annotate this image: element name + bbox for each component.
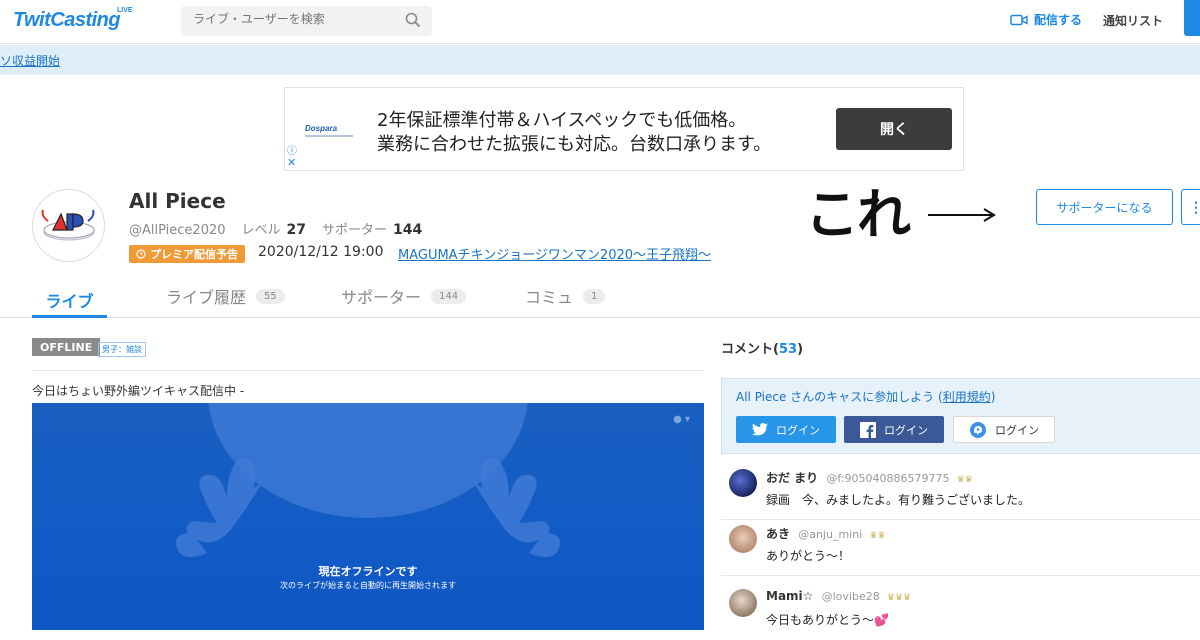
level-label: レベル [241, 223, 281, 238]
video-camera-icon [1010, 14, 1028, 25]
channel-avatar[interactable] [32, 189, 105, 262]
tab-supporters-label: サポーター [341, 288, 422, 307]
offline-badge: OFFLINE [32, 338, 101, 356]
commenter-info: おだ まり @f:905040886579775 ♛♛ [766, 469, 973, 486]
stream-description: 今日はちょい野外編ツイキャス配信中 - [32, 384, 245, 398]
annotation-arrow-icon [928, 208, 996, 222]
account-button[interactable] [1184, 0, 1200, 36]
channel-meta: @AllPiece2020 レベル 27 サポーター 144 [129, 219, 422, 238]
supporter-label: サポーター [322, 223, 388, 238]
commenter-name[interactable]: あき [766, 527, 790, 541]
facebook-icon [860, 421, 876, 438]
profile-tabs: ライブ ライブ履歴 55 サポーター 144 コミュ 1 [0, 276, 1200, 318]
monetize-link[interactable]: ソ収益開始 [0, 52, 60, 69]
commenter-id: @lovibe28 [821, 590, 880, 603]
level-value: 27 [286, 222, 307, 238]
tab-live-label: ライブ [45, 291, 94, 311]
twitcasting-logo[interactable]: TwitCasting [13, 9, 121, 32]
tab-live-history-count: 55 [256, 288, 285, 304]
channel-handle: @AllPiece2020 [129, 223, 226, 238]
twitter-bird-icon [752, 423, 768, 436]
divider [32, 370, 704, 371]
tab-live-history-label: ライブ履歴 [166, 288, 247, 307]
commenter-id: @f:905040886579775 [826, 472, 950, 485]
search-box[interactable] [181, 6, 432, 36]
tab-community-label: コミュ [525, 288, 574, 307]
ad-close-icon[interactable]: ✕ [287, 156, 296, 169]
viewer-user-icon[interactable]: ● ▾ [673, 414, 690, 425]
supporter-crown-icon: ♛♛ [956, 475, 973, 485]
offline-mascot-illustration [176, 403, 560, 557]
facebook-login-button[interactable]: ログイン [844, 416, 944, 443]
comment-text: 録画 今、みましたよ。有り難うございました。 [766, 493, 1031, 507]
ad-logo: Dospara [305, 124, 338, 133]
premiere-badge-label: プレミア配信予告 [150, 248, 238, 261]
comment-text: 今日もありがとう〜💕 [766, 613, 889, 627]
comments-header-label: コメント [721, 342, 774, 357]
commenter-info: あき @anju_mini ♛♛ [766, 525, 886, 542]
commenter-id: @anju_mini [798, 528, 863, 541]
commenter-avatar[interactable] [729, 589, 757, 617]
ad-banner[interactable]: Dospara 2年保証標準付帯＆ハイスペックでも低価格。 業務に合わせた拡張に… [284, 87, 964, 171]
ad-info-icon[interactable]: ⓘ [287, 142, 297, 157]
supporter-crown-icon: ♛♛♛ [886, 593, 912, 603]
tab-supporters[interactable]: サポーター 144 [341, 284, 467, 308]
commenter-info: Mami☆ @lovibe28 ♛♛♛ [766, 589, 911, 603]
commenter-avatar[interactable] [729, 469, 757, 497]
ad-text-line2: 業務に合わせた拡張にも対応。台数口承ります。 [377, 134, 772, 155]
search-input[interactable] [193, 12, 393, 26]
twitter-login-label: ログイン [776, 423, 820, 437]
comment-item: おだ まり @f:905040886579775 ♛♛ 録画 今、みましたよ。有… [721, 464, 1200, 520]
facebook-login-label: ログイン [884, 423, 928, 437]
become-supporter-button[interactable]: サポーターになる [1036, 189, 1173, 225]
logo-live-label: LIVE [117, 7, 133, 14]
comment-count: 53 [778, 342, 798, 357]
twitcasting-icon [970, 421, 986, 438]
tab-supporters-count: 144 [431, 288, 467, 304]
premiere-badge: プレミア配信予告 [129, 245, 245, 263]
channel-name: All Piece [129, 189, 226, 213]
comments-header: コメント(53) [721, 342, 804, 357]
offline-message-title: 現在オフラインです [318, 565, 418, 578]
clock-icon [136, 249, 146, 259]
ad-logo-underline [305, 135, 353, 137]
terms-link[interactable]: 利用規約 [943, 390, 991, 404]
category-tag[interactable]: 男子：雑談 [98, 342, 146, 357]
supporter-count: 144 [393, 222, 423, 238]
tab-live-history[interactable]: ライブ履歴 55 [166, 284, 285, 308]
info-banner: ソ収益開始 [0, 45, 1200, 75]
video-player[interactable]: ● ▾ 現在オフラインです 次のライブが始まると自動的に再生開始されます [32, 403, 704, 630]
twitter-login-button[interactable]: ログイン [736, 416, 836, 443]
comment-item: Mami☆ @lovibe28 ♛♛♛ 今日もありがとう〜💕 [721, 584, 1200, 640]
join-prompt-text: All Piece さんのキャスに参加しよう (利用規約) [736, 390, 996, 404]
broadcast-button[interactable]: 配信する [1010, 11, 1082, 28]
all-piece-logo-icon [41, 209, 95, 241]
top-navigation-bar: TwitCasting LIVE 配信する 通知リスト [0, 0, 1200, 44]
ad-text-line1: 2年保証標準付帯＆ハイスペックでも低価格。 [377, 110, 747, 131]
commenter-avatar[interactable] [729, 525, 757, 553]
twitcasting-login-button[interactable]: ログイン [953, 416, 1055, 443]
offline-message-subtitle: 次のライブが始まると自動的に再生開始されます [280, 581, 456, 590]
notification-list-link[interactable]: 通知リスト [1103, 12, 1163, 29]
join-text: All Piece さんのキャスに参加しよう [736, 390, 935, 404]
tab-community[interactable]: コミュ 1 [525, 284, 606, 308]
supporter-crown-icon: ♛♛ [869, 531, 886, 541]
tab-community-count: 1 [583, 288, 606, 304]
twitcasting-login-label: ログイン [995, 423, 1039, 437]
commenter-name[interactable]: おだ まり [766, 471, 818, 485]
ad-open-button[interactable]: 開く [836, 108, 952, 150]
more-options-button[interactable]: ⋮ [1181, 189, 1200, 225]
commenter-name[interactable]: Mami☆ [766, 589, 813, 603]
premiere-title-link[interactable]: MAGUMAチキンジョージワンマン2020〜王子飛翔〜 [398, 244, 711, 263]
comment-text: ありがとう〜！ [766, 549, 851, 563]
search-icon[interactable] [405, 12, 421, 28]
broadcast-label: 配信する [1034, 13, 1083, 27]
tab-live[interactable]: ライブ [32, 284, 107, 318]
comment-item: あき @anju_mini ♛♛ ありがとう〜！ [721, 520, 1200, 576]
premiere-date: 2020/12/12 19:00 [258, 244, 384, 260]
annotation-text: これ [805, 182, 911, 246]
join-prompt-box: All Piece さんのキャスに参加しよう (利用規約) ログイン ログイン … [721, 378, 1200, 454]
